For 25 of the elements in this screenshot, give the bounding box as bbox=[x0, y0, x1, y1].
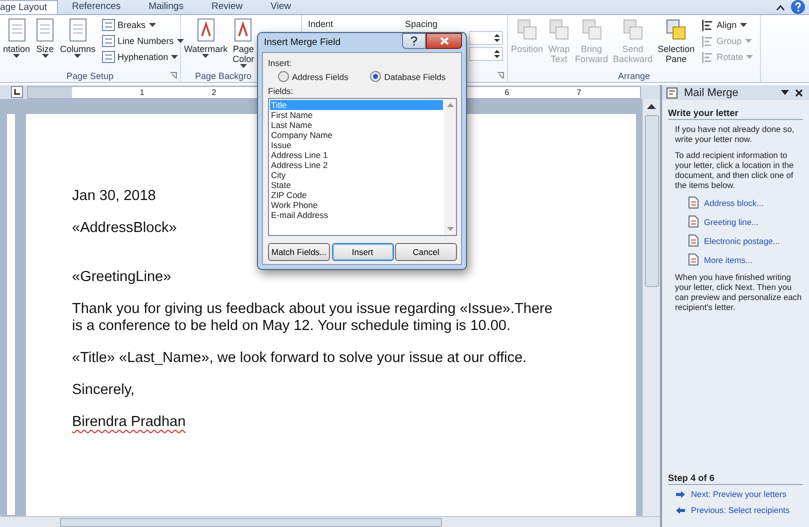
group-label: Page Backgro bbox=[195, 70, 252, 80]
fields-label: Fields: bbox=[268, 86, 294, 96]
indent-label: Indent bbox=[308, 19, 334, 29]
pane-text: If you have not already done so, write your letter now. bbox=[675, 124, 796, 144]
step-heading: Step 4 of 6 bbox=[668, 473, 803, 485]
ruler-number: 6 bbox=[504, 88, 510, 96]
dialog-title: Insert Merge Field bbox=[264, 37, 341, 48]
document-paragraph: «AddressBlock» bbox=[72, 220, 177, 237]
pane-text: To add recipient information to your letter, click a location in the document, and then click one of the items below. bbox=[675, 150, 795, 190]
document-paragraph: «GreetingLine» bbox=[72, 269, 172, 286]
spacing-label: Spacing bbox=[405, 19, 439, 29]
document-paragraph: Thank you for giving us feedback about you issue regarding «Issue».There is a conference to be held on May 12. Your schedule timing is 10.00. bbox=[72, 301, 554, 335]
group-label: Page Setup bbox=[66, 70, 114, 80]
ruler-number: 7 bbox=[576, 88, 582, 96]
document-paragraph: Birendra Pradhan bbox=[72, 414, 186, 431]
group-label: Arrange bbox=[618, 70, 650, 80]
pane-title: Mail Merge bbox=[684, 86, 740, 98]
document-paragraph: Sincerely, bbox=[72, 382, 135, 399]
section-heading: Write your letter bbox=[668, 108, 803, 120]
pane-text: When you have finished writing your letter, click Next. Then you can preview and personalize each recipient's letter. bbox=[675, 272, 803, 312]
insert-label: Insert: bbox=[268, 58, 292, 68]
document-paragraph: «Title» «Last_Name», we look forward to solve your issue at our office. bbox=[72, 350, 527, 367]
document-paragraph: Jan 30, 2018 bbox=[72, 188, 156, 205]
ruler-number: 2 bbox=[211, 88, 217, 96]
ruler-number: 1 bbox=[139, 88, 145, 96]
